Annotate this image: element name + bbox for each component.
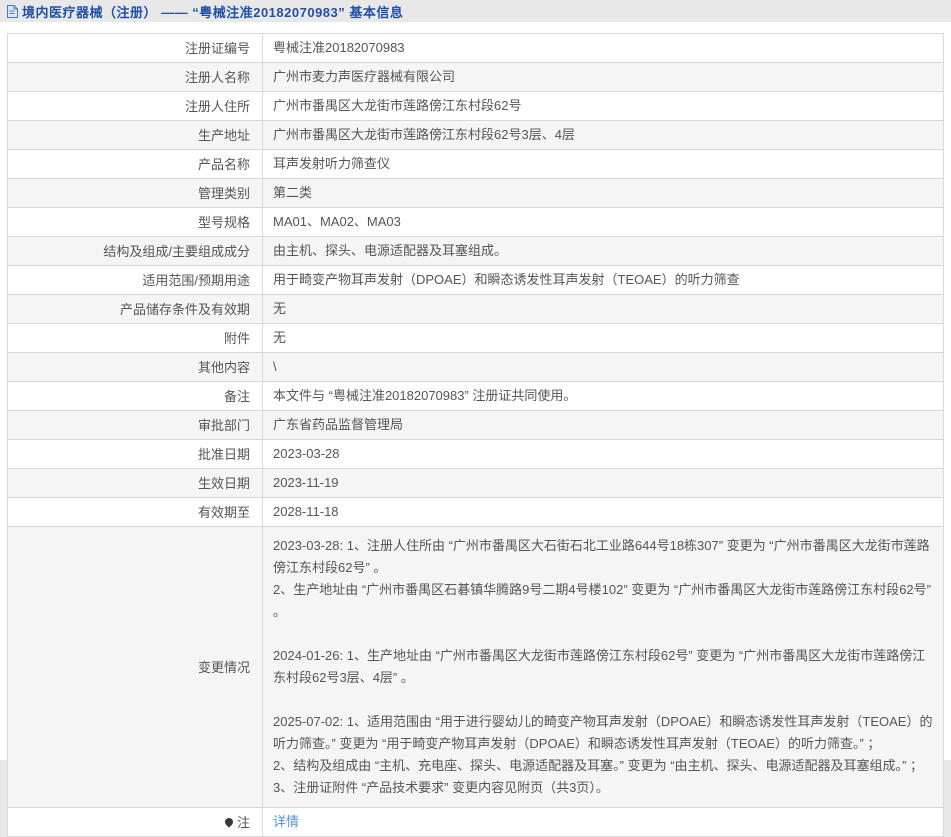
row-value: 耳声发射听力筛查仪 — [262, 149, 944, 179]
row-label: 生效日期 — [7, 468, 263, 498]
table-row: 管理类别 第二类 — [7, 178, 944, 208]
row-label: 审批部门 — [7, 410, 263, 440]
row-label: 有效期至 — [7, 497, 263, 527]
row-value: 广州市番禺区大龙街市莲路傍江东村段62号3层、4层 — [262, 120, 944, 150]
table-row: 备注 本文件与 “粤械注准20182070983” 注册证共同使用。 — [7, 381, 944, 411]
row-label: 产品储存条件及有效期 — [7, 294, 263, 324]
row-value: 详情 — [262, 807, 944, 837]
row-label: 管理类别 — [7, 178, 263, 208]
row-label: 生产地址 — [7, 120, 263, 150]
row-value: 粤械注准20182070983 — [262, 33, 944, 63]
table-row: 注册证编号 粤械注准20182070983 — [7, 33, 944, 63]
table-row: 型号规格 MA01、MA02、MA03 — [7, 207, 944, 237]
table-row: 生产地址 广州市番禺区大龙街市莲路傍江东村段62号3层、4层 — [7, 120, 944, 150]
document-icon — [6, 4, 19, 19]
row-value: 无 — [262, 294, 944, 324]
table-row: 有效期至 2028-11-18 — [7, 497, 944, 527]
table-row: 附件无 — [7, 323, 944, 353]
table-row: 结构及组成/主要组成成分 由主机、探头、电源适配器及耳塞组成。 — [7, 236, 944, 266]
row-label: 注册人住所 — [7, 91, 263, 121]
row-value: 广州市麦力声医疗器械有限公司 — [262, 62, 944, 92]
page-title: 境内医疗器械（注册） —— “粤械注准20182070983” 基本信息 — [22, 4, 404, 20]
table-row: 产品名称 耳声发射听力筛查仪 — [7, 149, 944, 179]
content-panel: 注册证编号 粤械注准20182070983 注册人名称 广州市麦力声医疗器械有限公司注… — [0, 22, 951, 837]
row-label: 结构及组成/主要组成成分 — [7, 236, 263, 266]
row-label: 型号规格 — [7, 207, 263, 237]
row-label: 批准日期 — [7, 439, 263, 469]
info-table: 注册证编号 粤械注准20182070983 注册人名称 广州市麦力声医疗器械有限公司注… — [7, 33, 944, 837]
info-table-body: 注册证编号 粤械注准20182070983 注册人名称 广州市麦力声医疗器械有限公司注… — [7, 33, 944, 837]
row-label: 注 — [7, 807, 263, 837]
table-row: 注详情 — [7, 807, 944, 837]
table-row: 生效日期 2023-11-19 — [7, 468, 944, 498]
table-row: 产品储存条件及有效期无 — [7, 294, 944, 324]
table-row: 审批部门 广东省药品监督管理局 — [7, 410, 944, 440]
note-icon — [223, 815, 235, 828]
row-value: 用于畸变产物耳声发射（DPOAE）和瞬态诱发性耳声发射（TEOAE）的听力筛查 — [262, 265, 944, 295]
row-value: 本文件与 “粤械注准20182070983” 注册证共同使用。 — [262, 381, 944, 411]
row-label: 备注 — [7, 381, 263, 411]
row-value: \ — [262, 352, 944, 382]
table-row: 注册人名称 广州市麦力声医疗器械有限公司 — [7, 62, 944, 92]
page-header: 境内医疗器械（注册） —— “粤械注准20182070983” 基本信息 — [0, 0, 951, 22]
table-row: 注册人住所 广州市番禺区大龙街市莲路傍江东村段62号 — [7, 91, 944, 121]
row-value: 2023-03-28: 1、注册人住所由 “广州市番禺区大石街石北工业路644号… — [262, 526, 944, 808]
table-row: 批准日期 2023-03-28 — [7, 439, 944, 469]
row-value: 广东省药品监督管理局 — [262, 410, 944, 440]
row-value: 无 — [262, 323, 944, 353]
details-link[interactable]: 详情 — [273, 814, 299, 829]
row-label: 附件 — [7, 323, 263, 353]
table-row: 适用范围/预期用途 用于畸变产物耳声发射（DPOAE）和瞬态诱发性耳声发射（TEO… — [7, 265, 944, 295]
row-value: 2023-11-19 — [262, 468, 944, 498]
row-label: 适用范围/预期用途 — [7, 265, 263, 295]
row-value: 由主机、探头、电源适配器及耳塞组成。 — [262, 236, 944, 266]
row-label: 其他内容 — [7, 352, 263, 382]
row-label: 变更情况 — [7, 526, 263, 808]
row-value: 2028-11-18 — [262, 497, 944, 527]
row-label: 注册人名称 — [7, 62, 263, 92]
row-label: 注册证编号 — [7, 33, 263, 63]
row-value: MA01、MA02、MA03 — [262, 207, 944, 237]
row-label: 产品名称 — [7, 149, 263, 179]
row-value: 2023-03-28 — [262, 439, 944, 469]
row-value: 第二类 — [262, 178, 944, 208]
row-value: 广州市番禺区大龙街市莲路傍江东村段62号 — [262, 91, 944, 121]
table-row: 变更情况 2023-03-28: 1、注册人住所由 “广州市番禺区大石街石北工业路… — [7, 526, 944, 808]
table-row: 其他内容 \ — [7, 352, 944, 382]
